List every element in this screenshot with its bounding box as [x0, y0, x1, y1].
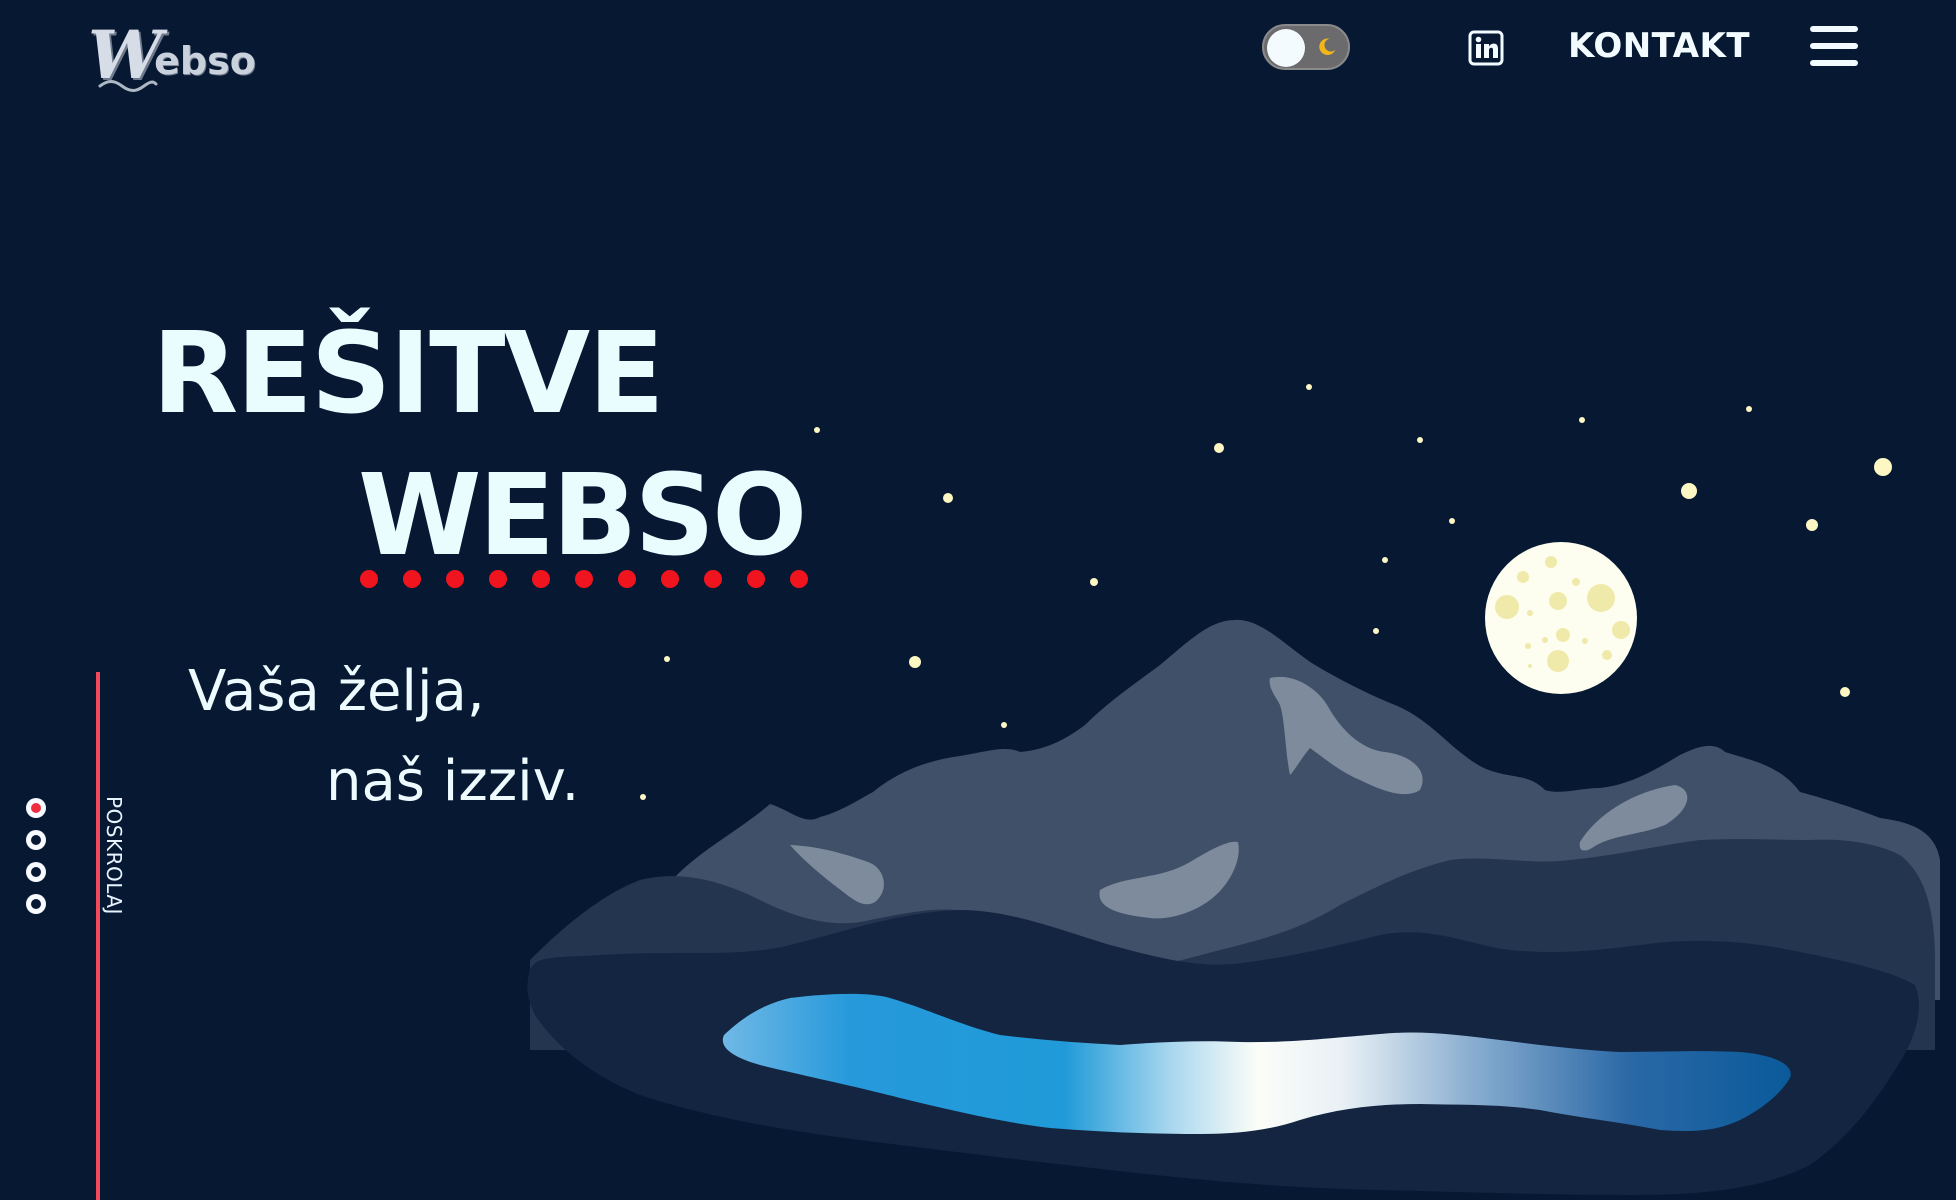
toggle-knob — [1267, 29, 1305, 67]
hamburger-bar — [1810, 60, 1858, 66]
linkedin-icon[interactable] — [1468, 30, 1504, 66]
underline-dot — [618, 570, 636, 588]
mountains — [527, 619, 1940, 1195]
section-dot-3[interactable] — [26, 862, 46, 882]
logo-wordmark: ebso — [154, 39, 256, 83]
section-dot-1[interactable] — [26, 798, 46, 818]
hero-title-line2: WEBSO — [358, 451, 807, 581]
underline-dot — [446, 570, 464, 588]
logo-wave-icon — [98, 80, 158, 92]
tagline-line1: Vaša želja, — [188, 659, 485, 724]
hamburger-bar — [1810, 26, 1858, 32]
underline-dot — [403, 570, 421, 588]
underline-dot — [704, 570, 722, 588]
underline-dot — [489, 570, 507, 588]
night-landscape-illustration — [527, 384, 1940, 1195]
section-dot-2[interactable] — [26, 830, 46, 850]
landing-page: W ebso KONTAKT REŠITVE WEBSO Vaša želja,… — [0, 0, 1956, 1200]
underline-dot — [575, 570, 593, 588]
underline-dot — [661, 570, 679, 588]
underline-dot — [747, 570, 765, 588]
title-underline-dots — [360, 570, 820, 590]
scroll-label: POSKROLAJ — [102, 796, 126, 915]
underline-dot — [532, 570, 550, 588]
theme-toggle[interactable] — [1262, 24, 1350, 70]
section-dot-4[interactable] — [26, 894, 46, 914]
section-navigation — [26, 798, 48, 920]
moon-icon — [1319, 38, 1336, 55]
underline-dot — [790, 570, 808, 588]
scroll-indicator-line — [96, 672, 100, 1200]
moon — [1485, 542, 1637, 694]
webso-logo[interactable]: W ebso — [88, 20, 258, 92]
hamburger-icon[interactable] — [1810, 26, 1858, 72]
hero-title-line1: REŠITVE — [152, 309, 665, 439]
nav-contact-link[interactable]: KONTAKT — [1568, 26, 1750, 66]
underline-dot — [360, 570, 378, 588]
hamburger-bar — [1810, 43, 1858, 49]
tagline-line2: naš izziv. — [326, 749, 580, 814]
